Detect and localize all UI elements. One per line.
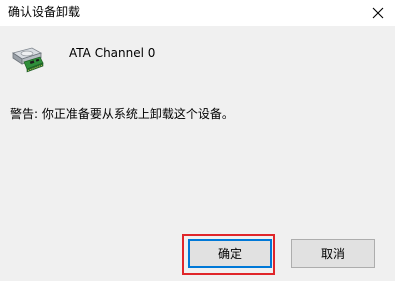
cancel-button[interactable]: 取消 [291, 239, 375, 268]
warning-message: 警告: 你正准备要从系统上卸载这个设备。 [10, 107, 234, 121]
close-button[interactable] [367, 3, 389, 23]
device-name: ATA Channel 0 [69, 46, 156, 60]
dialog-title: 确认设备卸载 [8, 5, 81, 19]
uninstall-device-dialog: 确认设备卸载 ATA Channel 0 警告: 你正准备要从系统上卸载这个设备… [0, 0, 395, 281]
close-icon [372, 7, 384, 19]
title-bar: 确认设备卸载 [0, 0, 395, 26]
ide-controller-icon [12, 47, 44, 73]
ok-button[interactable]: 确定 [188, 239, 272, 268]
